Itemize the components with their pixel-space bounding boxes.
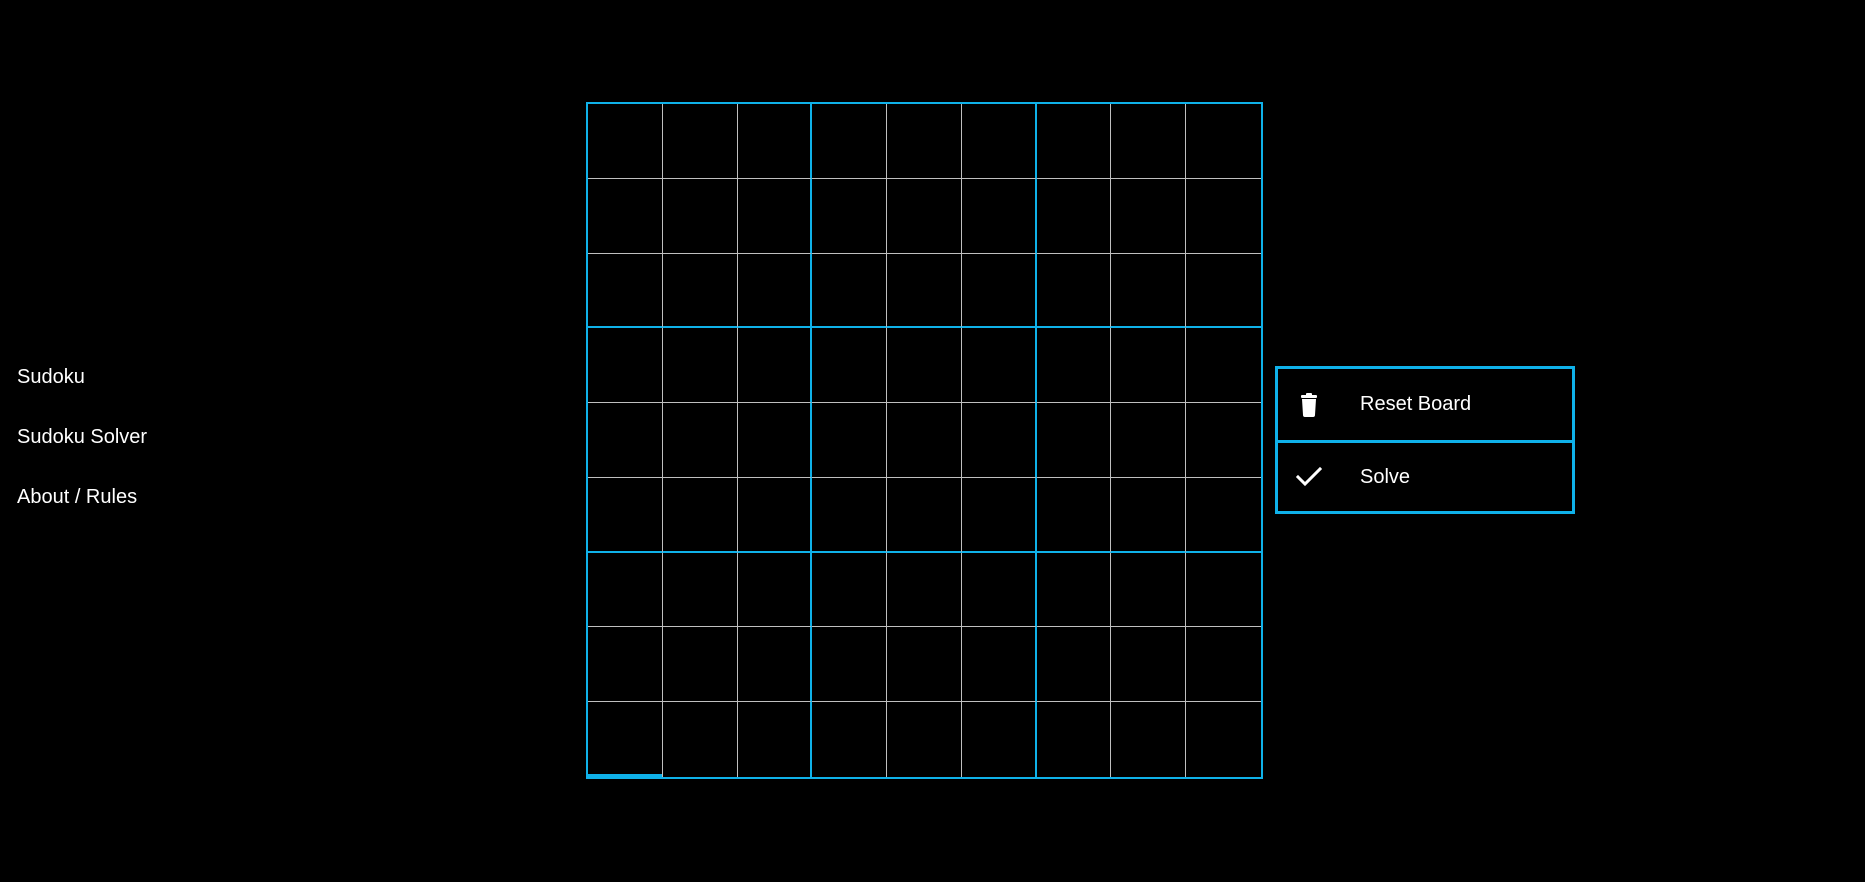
- sudoku-cell[interactable]: [812, 403, 888, 478]
- sudoku-cell[interactable]: [961, 552, 1037, 628]
- sudoku-cell[interactable]: [961, 253, 1037, 329]
- sudoku-cell[interactable]: [662, 627, 738, 703]
- sudoku-cell[interactable]: [961, 178, 1037, 254]
- solve-label: Solve: [1360, 465, 1411, 488]
- sudoku-cell[interactable]: [737, 552, 813, 628]
- sudoku-cell[interactable]: [588, 552, 663, 628]
- sudoku-cell[interactable]: [887, 403, 962, 478]
- sudoku-cell[interactable]: [1111, 328, 1187, 404]
- sudoku-cell[interactable]: [1186, 627, 1261, 703]
- sudoku-cell[interactable]: [662, 328, 738, 404]
- sudoku-cell[interactable]: [1186, 552, 1261, 628]
- sudoku-cell[interactable]: [1111, 104, 1187, 179]
- reset-board-label: Reset Board: [1360, 393, 1472, 415]
- sudoku-cell[interactable]: [737, 702, 813, 777]
- nav-link-sudoku[interactable]: Sudoku: [17, 366, 147, 388]
- sudoku-cell[interactable]: [588, 104, 663, 179]
- nav-link-sudoku-solver[interactable]: Sudoku Solver: [17, 426, 147, 448]
- page: Sudoku Sudoku Solver About / Rules Reset…: [0, 0, 1865, 882]
- trash-icon: [1278, 392, 1340, 417]
- sudoku-board: [586, 102, 1263, 779]
- sudoku-cell[interactable]: [1111, 253, 1187, 329]
- sudoku-cell[interactable]: [737, 178, 813, 254]
- sudoku-cell[interactable]: [812, 253, 888, 329]
- sudoku-cell[interactable]: [887, 627, 962, 703]
- sudoku-cell[interactable]: [737, 253, 813, 329]
- sudoku-cell[interactable]: [737, 104, 813, 179]
- sudoku-cell[interactable]: [588, 702, 663, 777]
- sudoku-cell[interactable]: [812, 104, 888, 179]
- sudoku-cell[interactable]: [812, 702, 888, 777]
- sidebar-nav: Sudoku Sudoku Solver About / Rules: [17, 366, 147, 508]
- sudoku-cell[interactable]: [588, 627, 663, 703]
- sudoku-cell[interactable]: [1186, 477, 1261, 553]
- sudoku-cell[interactable]: [1186, 104, 1261, 179]
- sudoku-cell[interactable]: [887, 552, 962, 628]
- sudoku-cell[interactable]: [961, 328, 1037, 404]
- sudoku-cell[interactable]: [1036, 104, 1112, 179]
- sudoku-cell[interactable]: [1111, 702, 1187, 777]
- sudoku-cell[interactable]: [961, 104, 1037, 179]
- sudoku-cell[interactable]: [887, 328, 962, 404]
- sudoku-cell[interactable]: [1186, 178, 1261, 254]
- sudoku-cell[interactable]: [887, 104, 962, 179]
- sudoku-cell[interactable]: [961, 702, 1037, 777]
- sudoku-cell[interactable]: [662, 104, 738, 179]
- sudoku-cell[interactable]: [737, 403, 813, 478]
- sudoku-cell[interactable]: [662, 403, 738, 478]
- sudoku-cell[interactable]: [662, 178, 738, 254]
- sudoku-cell[interactable]: [887, 702, 962, 777]
- sudoku-cell[interactable]: [812, 477, 888, 553]
- sudoku-cell[interactable]: [662, 253, 738, 329]
- sudoku-cell[interactable]: [588, 253, 663, 329]
- sudoku-cell[interactable]: [1036, 178, 1112, 254]
- sudoku-cell[interactable]: [1036, 702, 1112, 777]
- sudoku-cell[interactable]: [1111, 552, 1187, 628]
- sudoku-cell[interactable]: [1111, 178, 1187, 254]
- sudoku-cell[interactable]: [1036, 552, 1112, 628]
- sudoku-cell[interactable]: [961, 403, 1037, 478]
- sudoku-cell[interactable]: [588, 328, 663, 404]
- sudoku-cell[interactable]: [662, 552, 738, 628]
- sudoku-cell[interactable]: [737, 627, 813, 703]
- sudoku-cell[interactable]: [662, 477, 738, 553]
- action-panel: Reset Board Solve: [1275, 366, 1575, 514]
- sudoku-cell[interactable]: [887, 253, 962, 329]
- sudoku-cell[interactable]: [1186, 403, 1261, 478]
- check-icon: [1278, 466, 1340, 488]
- sudoku-cell[interactable]: [1036, 328, 1112, 404]
- sudoku-cell[interactable]: [1186, 702, 1261, 777]
- nav-link-about-rules[interactable]: About / Rules: [17, 486, 147, 508]
- sudoku-cell[interactable]: [662, 702, 738, 777]
- sudoku-cell[interactable]: [887, 178, 962, 254]
- sudoku-cell[interactable]: [812, 552, 888, 628]
- sudoku-cell[interactable]: [737, 328, 813, 404]
- sudoku-cell[interactable]: [887, 477, 962, 553]
- sudoku-cell[interactable]: [961, 477, 1037, 553]
- reset-board-button[interactable]: Reset Board: [1278, 369, 1572, 440]
- sudoku-cell[interactable]: [1111, 627, 1187, 703]
- sudoku-cell[interactable]: [1186, 328, 1261, 404]
- sudoku-cell[interactable]: [588, 178, 663, 254]
- sudoku-cell[interactable]: [1036, 627, 1112, 703]
- sudoku-cell[interactable]: [1186, 253, 1261, 329]
- sudoku-cell[interactable]: [1111, 403, 1187, 478]
- sudoku-cell[interactable]: [812, 178, 888, 254]
- sudoku-cell[interactable]: [588, 477, 663, 553]
- sudoku-cell[interactable]: [737, 477, 813, 553]
- sudoku-cell[interactable]: [1036, 403, 1112, 478]
- sudoku-cell[interactable]: [961, 627, 1037, 703]
- sudoku-cell[interactable]: [588, 403, 663, 478]
- sudoku-cell[interactable]: [1036, 253, 1112, 329]
- solve-button[interactable]: Solve: [1278, 440, 1572, 511]
- sudoku-cell[interactable]: [812, 328, 888, 404]
- sudoku-cell[interactable]: [1111, 477, 1187, 553]
- sudoku-cell[interactable]: [1036, 477, 1112, 553]
- sudoku-cell[interactable]: [812, 627, 888, 703]
